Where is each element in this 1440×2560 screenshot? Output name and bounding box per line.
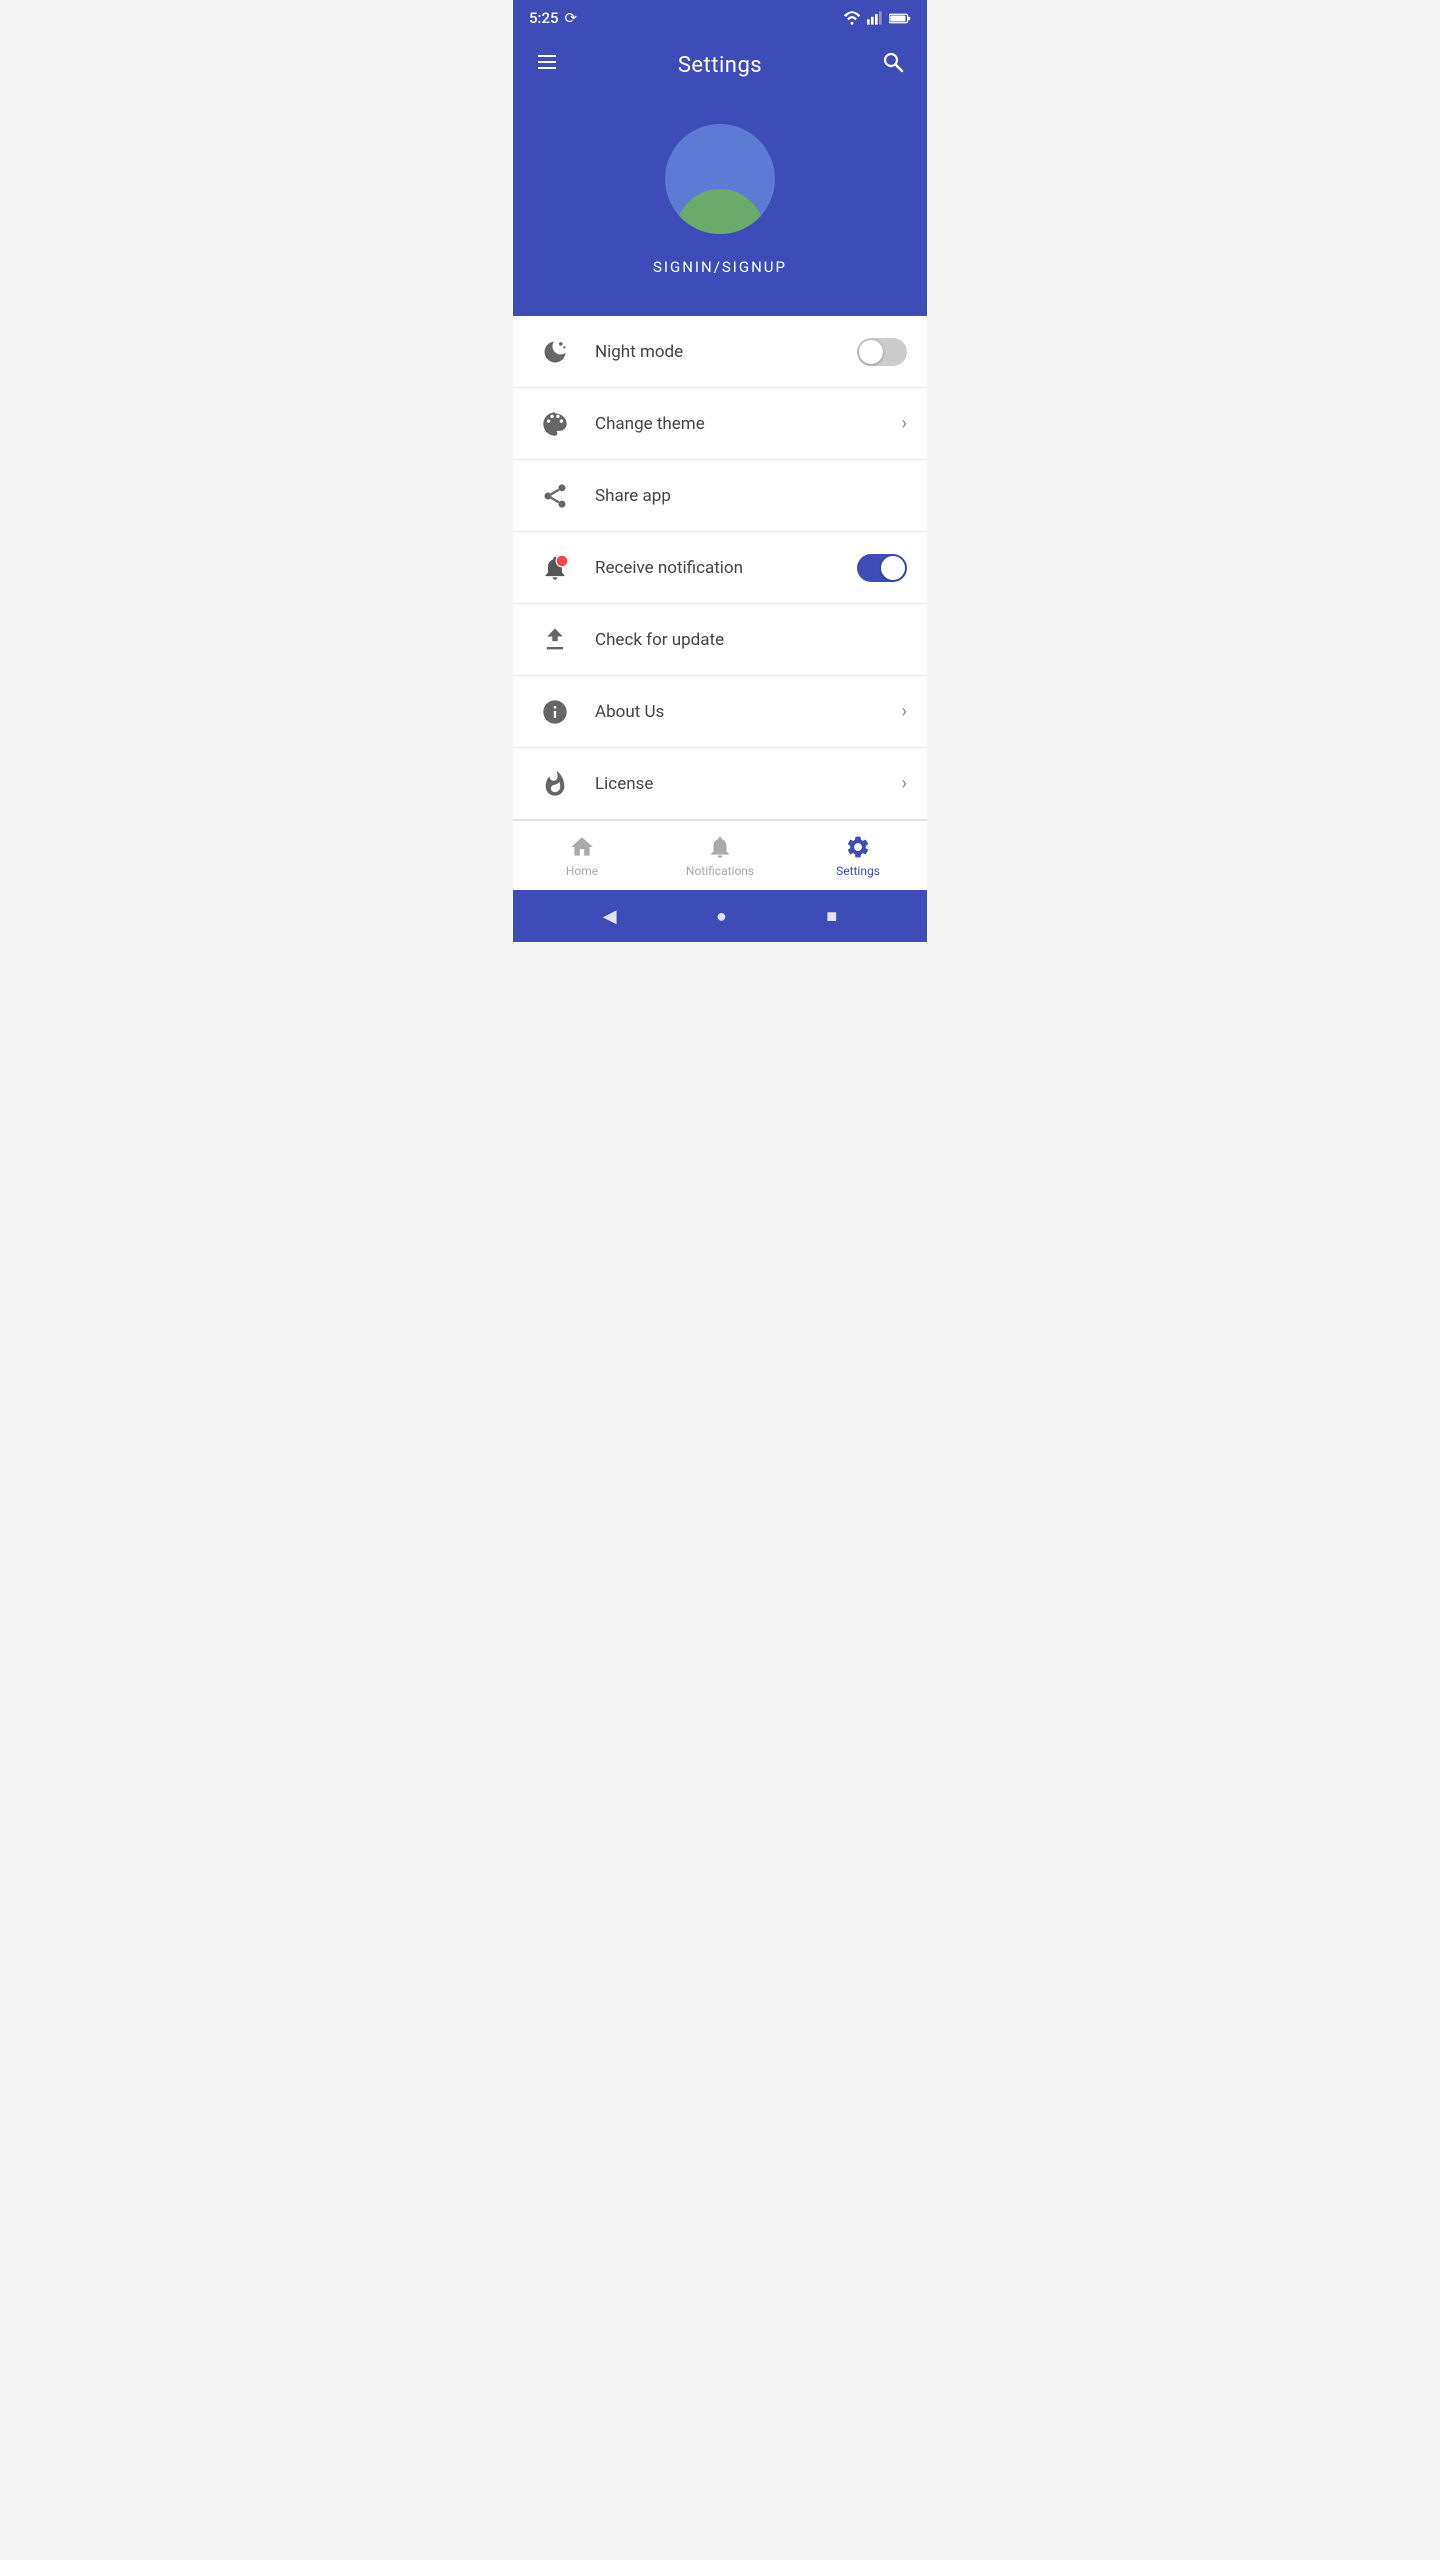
settings-item-receive-notification[interactable]: Receive notification <box>513 532 927 604</box>
night-mode-icon <box>533 338 577 366</box>
nav-item-home[interactable]: Home <box>513 821 651 890</box>
palette-icon <box>533 410 577 438</box>
nav-item-notifications[interactable]: Notifications <box>651 821 789 890</box>
app-bar: Settings <box>513 36 927 94</box>
toggle-knob <box>859 340 883 364</box>
about-us-label: About Us <box>595 702 902 722</box>
flame-icon <box>533 770 577 798</box>
settings-item-about-us[interactable]: About Us › <box>513 676 927 748</box>
change-theme-label: Change theme <box>595 414 902 434</box>
settings-item-change-theme[interactable]: Change theme › <box>513 388 927 460</box>
android-recents-button[interactable]: ■ <box>814 900 849 933</box>
change-theme-chevron: › <box>902 413 907 434</box>
toggle-knob-2 <box>881 556 905 580</box>
share-icon <box>533 482 577 510</box>
android-back-button[interactable]: ◀ <box>591 900 629 933</box>
info-icon <box>533 698 577 726</box>
home-nav-label: Home <box>566 864 598 878</box>
night-mode-label: Night mode <box>595 342 857 362</box>
signin-signup-label[interactable]: SIGNIN/SIGNUP <box>653 258 787 276</box>
avatar-shape <box>675 189 765 234</box>
settings-item-night-mode[interactable]: Night mode <box>513 316 927 388</box>
sync-icon: ⟳ <box>565 9 578 27</box>
search-button[interactable] <box>877 46 909 84</box>
status-time: 5:25 <box>529 9 559 27</box>
share-app-label: Share app <box>595 486 907 506</box>
menu-button[interactable] <box>531 46 563 84</box>
receive-notification-label: Receive notification <box>595 558 857 578</box>
settings-icon <box>845 834 871 860</box>
battery-icon <box>889 12 911 25</box>
signal-icon <box>867 11 883 25</box>
status-left: 5:25 ⟳ <box>529 9 577 27</box>
settings-item-license[interactable]: License › <box>513 748 927 820</box>
page-title: Settings <box>678 53 762 78</box>
night-mode-toggle[interactable] <box>857 338 907 366</box>
bell-icon <box>707 834 733 860</box>
settings-nav-label: Settings <box>836 864 880 878</box>
status-right <box>843 11 911 25</box>
about-us-chevron: › <box>902 701 907 722</box>
license-label: License <box>595 774 902 794</box>
receive-notification-toggle[interactable] <box>857 554 907 582</box>
notification-icon <box>533 554 577 582</box>
android-nav-bar: ◀ ● ■ <box>513 890 927 942</box>
status-bar: 5:25 ⟳ <box>513 0 927 36</box>
hero-section: SIGNIN/SIGNUP <box>513 94 927 316</box>
license-chevron: › <box>902 773 907 794</box>
download-icon <box>533 626 577 654</box>
bottom-nav: Home Notifications Settings <box>513 820 927 890</box>
nav-item-settings[interactable]: Settings <box>789 821 927 890</box>
avatar[interactable] <box>665 124 775 234</box>
settings-list: Night mode Change theme › Share app <box>513 316 927 820</box>
notifications-nav-label: Notifications <box>686 864 754 878</box>
wifi-icon <box>843 11 861 25</box>
settings-item-share-app[interactable]: Share app <box>513 460 927 532</box>
check-update-label: Check for update <box>595 630 907 650</box>
android-home-button[interactable]: ● <box>704 900 739 933</box>
settings-item-check-update[interactable]: Check for update <box>513 604 927 676</box>
home-icon <box>569 834 595 860</box>
